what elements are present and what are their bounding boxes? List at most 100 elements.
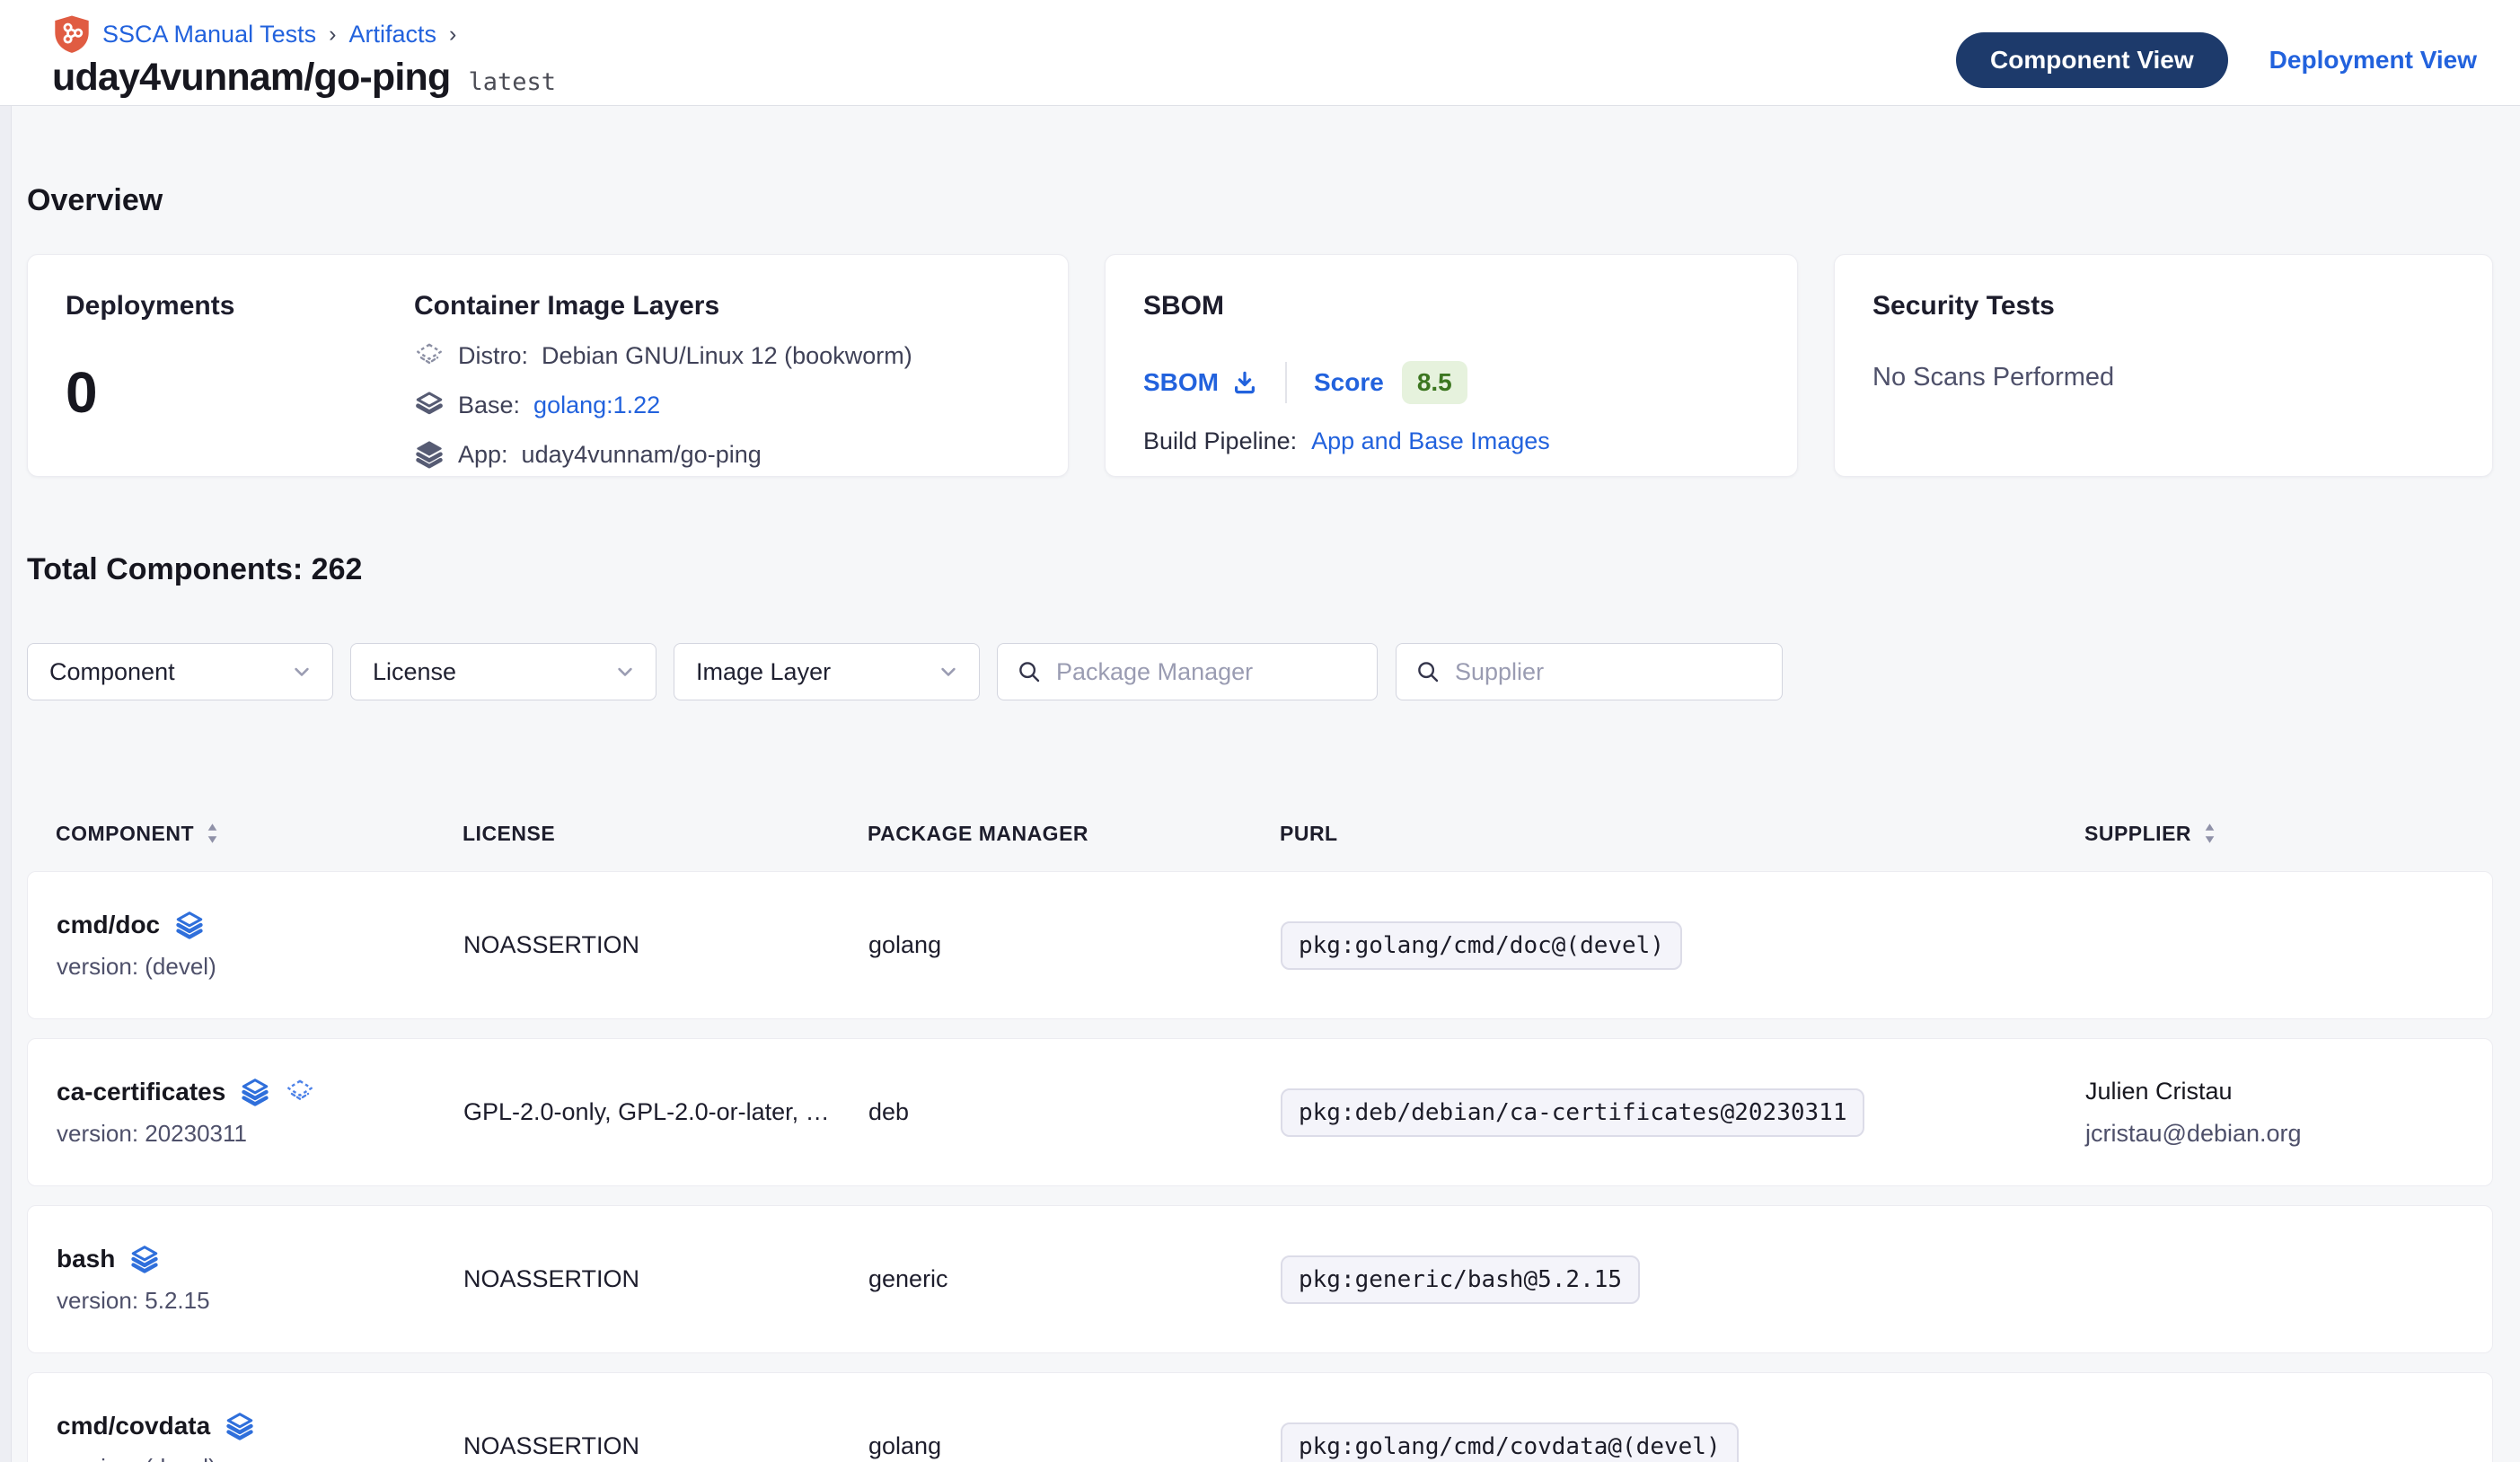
dropdown-label: License [373, 658, 456, 686]
supplier-cell: Julien Cristau jcristau@debian.org [2085, 1078, 2463, 1148]
app-layers-icon [414, 439, 445, 470]
column-header-supplier[interactable]: SUPPLIER [2084, 822, 2464, 846]
component-cell: ca-certificates version: 20230311 [57, 1077, 463, 1148]
page-header: SSCA Manual Tests › Artifacts › uday4vun… [0, 0, 2520, 106]
deployments-title: Deployments [66, 291, 414, 321]
license-cell: NOASSERTION [463, 1432, 841, 1460]
filters-row: Component License Image Layer [27, 643, 2493, 700]
sort-icon [206, 822, 219, 845]
sbom-download-link[interactable]: SBOM [1143, 368, 1258, 397]
distro-layer-badge-icon [285, 1077, 315, 1107]
supplier-email: jcristau@debian.org [2085, 1120, 2463, 1148]
sbom-title: SBOM [1143, 291, 1759, 321]
table-row[interactable]: cmd/doc version: (devel) NOASSERTION gol… [27, 871, 2493, 1019]
sbom-card: SBOM SBOM Score 8.5 Build Pipeline: App … [1105, 254, 1798, 477]
deployments-layers-card: Deployments 0 Container Image Layers Dis… [27, 254, 1069, 477]
component-filter-dropdown[interactable]: Component [27, 643, 333, 700]
chevron-down-icon [289, 659, 314, 684]
chevron-down-icon [936, 659, 961, 684]
license-cell: NOASSERTION [463, 1265, 841, 1293]
breadcrumb-link-project[interactable]: SSCA Manual Tests [102, 21, 316, 48]
layer-label: Base: [458, 392, 520, 419]
column-header-license: LICENSE [463, 822, 868, 846]
column-label: PACKAGE MANAGER [868, 822, 1088, 846]
ssca-shield-logo-icon [52, 14, 92, 54]
security-tests-status: No Scans Performed [1872, 363, 2454, 392]
layer-label: App: [458, 441, 508, 469]
download-icon [1231, 369, 1258, 396]
supplier-cell [2085, 1440, 2463, 1454]
base-layers-icon [414, 390, 445, 420]
components-table-body: cmd/doc version: (devel) NOASSERTION gol… [27, 871, 2493, 1462]
component-name: cmd/doc [57, 911, 160, 939]
supplier-cell [2085, 938, 2463, 953]
license-cell: GPL-2.0-only, GPL-2.0-or-later, M... [463, 1098, 841, 1126]
app-layer-badge-icon [174, 910, 205, 940]
column-header-component[interactable]: COMPONENT [56, 822, 463, 846]
component-version: version: (devel) [57, 1454, 463, 1462]
table-row[interactable]: bash version: 5.2.15 NOASSERTION generic… [27, 1205, 2493, 1353]
search-icon [1414, 658, 1441, 685]
search-icon [1016, 658, 1043, 685]
column-header-package-manager: PACKAGE MANAGER [868, 822, 1280, 846]
distro-layers-icon [414, 340, 445, 371]
security-tests-card: Security Tests No Scans Performed [1834, 254, 2493, 477]
dropdown-label: Component [49, 658, 175, 686]
sbom-score: Score 8.5 [1314, 361, 1467, 404]
vertical-divider [1285, 362, 1287, 403]
purl-badge: pkg:deb/debian/ca-certificates@20230311 [1281, 1088, 1864, 1137]
overview-heading: Overview [27, 106, 2493, 218]
build-pipeline-row: Build Pipeline: App and Base Images [1143, 427, 1759, 455]
package-manager-cell: golang [868, 1432, 1281, 1460]
package-manager-searchbox [997, 643, 1378, 700]
score-badge: 8.5 [1402, 361, 1467, 404]
deployments-section: Deployments 0 [66, 291, 414, 440]
container-image-layers-title: Container Image Layers [414, 291, 912, 321]
component-version: version: 5.2.15 [57, 1287, 463, 1315]
page-title: uday4vunnam/go-ping [52, 56, 450, 100]
component-cell: cmd/covdata version: (devel) [57, 1411, 463, 1462]
component-version: version: 20230311 [57, 1120, 463, 1148]
purl-badge: pkg:generic/bash@5.2.15 [1281, 1255, 1640, 1304]
column-label: SUPPLIER [2084, 822, 2191, 846]
license-filter-dropdown[interactable]: License [350, 643, 656, 700]
app-layer-badge-icon [225, 1411, 255, 1441]
component-version: version: (devel) [57, 953, 463, 981]
sort-icon [2203, 822, 2216, 845]
dropdown-label: Image Layer [696, 658, 831, 686]
column-label: COMPONENT [56, 822, 194, 846]
breadcrumb-separator: › [447, 22, 458, 48]
package-manager-search-input[interactable] [1056, 658, 1374, 686]
column-label: PURL [1280, 822, 1338, 846]
image-layer-filter-dropdown[interactable]: Image Layer [674, 643, 980, 700]
breadcrumb-separator: › [327, 22, 338, 48]
components-table-header: COMPONENT LICENSE PACKAGE MANAGER PURL S… [27, 815, 2493, 851]
layer-label: Distro: [458, 342, 528, 370]
layer-value: uday4vunnam/go-ping [522, 441, 762, 469]
app-layer-badge-icon [240, 1077, 270, 1107]
purl-badge: pkg:golang/cmd/covdata@(devel) [1281, 1422, 1739, 1462]
component-cell: cmd/doc version: (devel) [57, 910, 463, 981]
package-manager-cell: deb [868, 1098, 1281, 1126]
component-cell: bash version: 5.2.15 [57, 1244, 463, 1315]
layer-item-app: App: uday4vunnam/go-ping [414, 439, 912, 470]
container-image-layers-section: Container Image Layers Distro: Debian GN… [414, 291, 912, 440]
package-manager-cell: golang [868, 931, 1281, 959]
table-row[interactable]: cmd/covdata version: (devel) NOASSERTION… [27, 1372, 2493, 1462]
supplier-searchbox [1396, 643, 1783, 700]
base-image-link[interactable]: golang:1.22 [533, 392, 660, 419]
build-pipeline-link[interactable]: App and Base Images [1311, 427, 1550, 455]
table-row[interactable]: ca-certificates version: 20230311 GPL-2.… [27, 1038, 2493, 1186]
deployment-view-link[interactable]: Deployment View [2269, 46, 2477, 75]
component-view-button[interactable]: Component View [1956, 32, 2228, 88]
column-header-purl: PURL [1280, 822, 2084, 846]
chevron-down-icon [612, 659, 638, 684]
component-name: bash [57, 1245, 115, 1273]
breadcrumb-link-artifacts[interactable]: Artifacts [348, 21, 436, 48]
collapsed-sidebar-rail [0, 106, 12, 1462]
security-tests-title: Security Tests [1872, 291, 2454, 321]
app-layer-badge-icon [129, 1244, 160, 1274]
supplier-name: Julien Cristau [2085, 1078, 2463, 1105]
supplier-search-input[interactable] [1455, 658, 1773, 686]
layer-item-distro: Distro: Debian GNU/Linux 12 (bookworm) [414, 340, 912, 371]
